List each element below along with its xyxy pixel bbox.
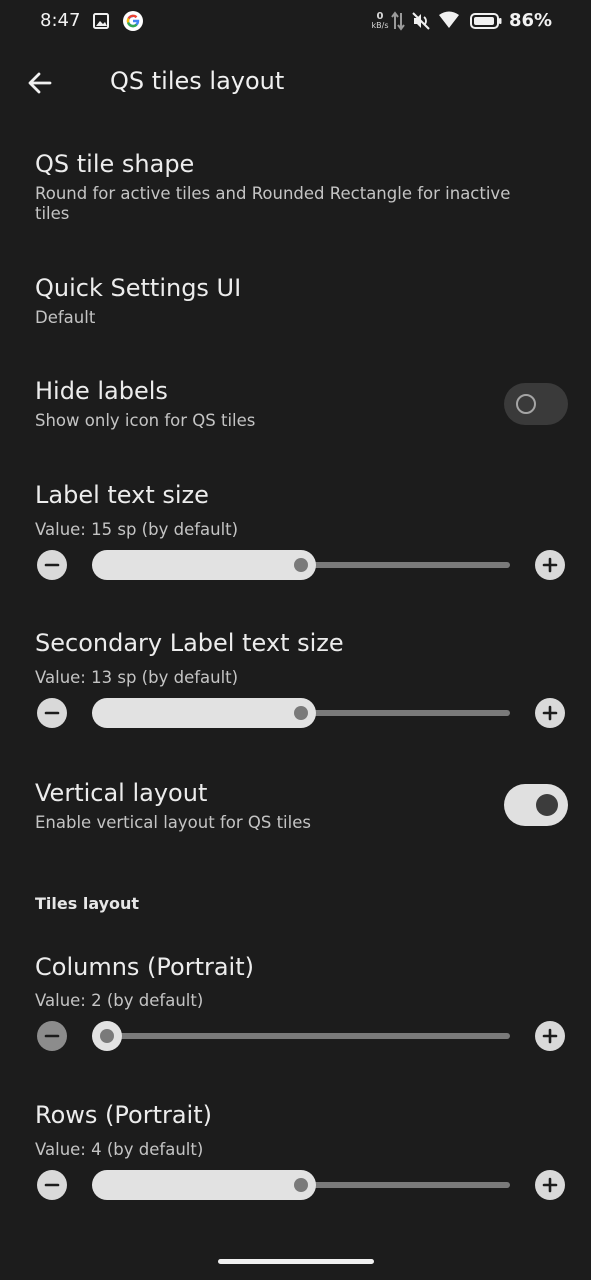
pref-title: Secondary Label text size [35, 629, 344, 657]
increase-button[interactable] [535, 550, 565, 580]
arrow-back-icon [28, 72, 52, 94]
plus-icon [542, 1028, 558, 1044]
net-speed-unit: kB/s [371, 21, 389, 30]
mute-icon [412, 12, 430, 30]
battery-percent: 86% [509, 10, 553, 31]
section-header: Tiles layout [35, 894, 140, 913]
net-speed: 0 kB/s [370, 11, 390, 31]
gesture-navigation-bar[interactable] [218, 1259, 374, 1264]
pref-title: Label text size [35, 481, 209, 509]
pref-title: Columns (Portrait) [35, 953, 254, 981]
plus-icon [542, 1177, 558, 1193]
minus-icon [44, 1034, 60, 1038]
pref-summary: tiles [35, 204, 70, 223]
slider-track[interactable] [92, 1033, 510, 1039]
switch-thumb [516, 394, 536, 414]
screen: 8:47 0 kB/s 86% QS tiles layout QS tile … [0, 0, 591, 1280]
google-icon [123, 11, 143, 31]
pref-summary: Show only icon for QS tiles [35, 411, 256, 430]
slider-thumb[interactable] [294, 558, 308, 572]
pref-summary: Value: 2 (by default) [35, 991, 204, 1010]
slider-thumb[interactable] [294, 1178, 308, 1192]
wifi-icon [439, 11, 459, 28]
pref-summary: Default [35, 308, 96, 327]
minus-icon [44, 563, 60, 567]
pref-title: Vertical layout [35, 779, 208, 807]
increase-button[interactable] [535, 1021, 565, 1051]
vertical-layout-switch[interactable] [504, 784, 568, 826]
pref-summary: Round for active tiles and Rounded Recta… [35, 184, 511, 203]
net-speed-value: 0 [376, 11, 384, 22]
decrease-button[interactable] [37, 1170, 67, 1200]
switch-thumb [536, 794, 558, 816]
pref-secondary-label-size: Secondary Label text size Value: 13 sp (… [0, 620, 591, 740]
decrease-button[interactable] [37, 698, 67, 728]
plus-icon [542, 705, 558, 721]
plus-icon [542, 557, 558, 573]
pref-summary: Value: 13 sp (by default) [35, 668, 239, 687]
pref-vertical-layout[interactable]: Vertical layout Enable vertical layout f… [0, 770, 591, 846]
pref-summary: Value: 4 (by default) [35, 1140, 204, 1159]
pref-tile-shape[interactable]: QS tile shape Round for active tiles and… [0, 140, 591, 240]
minus-icon [44, 1183, 60, 1187]
pref-title: Hide labels [35, 377, 168, 405]
pref-title: Rows (Portrait) [35, 1101, 212, 1129]
pref-rows-portrait: Rows (Portrait) Value: 4 (by default) [0, 1092, 591, 1212]
page-title: QS tiles layout [110, 67, 285, 95]
increase-button[interactable] [535, 1170, 565, 1200]
slider-thumb-dot [100, 1029, 114, 1043]
pref-title: Quick Settings UI [35, 274, 242, 302]
back-button[interactable] [24, 67, 56, 99]
slider-fill [92, 1170, 316, 1200]
gallery-icon [93, 13, 109, 29]
data-arrows-icon [391, 11, 405, 31]
hide-labels-switch[interactable] [504, 383, 568, 425]
increase-button[interactable] [535, 698, 565, 728]
slider-thumb[interactable] [294, 706, 308, 720]
slider-fill [92, 698, 316, 728]
status-time: 8:47 [40, 10, 81, 31]
pref-summary: Value: 15 sp (by default) [35, 520, 239, 539]
minus-icon [44, 711, 60, 715]
pref-summary: Enable vertical layout for QS tiles [35, 813, 311, 832]
pref-hide-labels[interactable]: Hide labels Show only icon for QS tiles [0, 368, 591, 444]
pref-qs-ui[interactable]: Quick Settings UI Default [0, 265, 591, 341]
pref-columns-portrait: Columns (Portrait) Value: 2 (by default) [0, 944, 591, 1064]
decrease-button[interactable] [37, 550, 67, 580]
pref-title: QS tile shape [35, 150, 195, 178]
slider-fill [92, 550, 316, 580]
decrease-button[interactable] [37, 1021, 67, 1051]
pref-label-size: Label text size Value: 15 sp (by default… [0, 472, 591, 592]
battery-icon [470, 13, 502, 29]
slider-thumb[interactable] [92, 1021, 122, 1051]
